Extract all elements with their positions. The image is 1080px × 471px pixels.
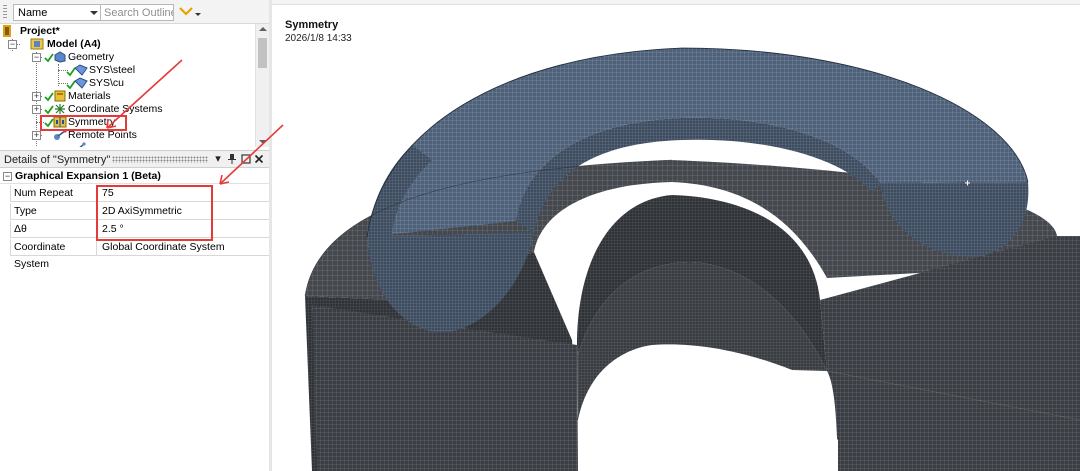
property-name: Num Repeat: [10, 185, 97, 202]
expand-toggle[interactable]: +: [32, 105, 41, 114]
body-icon: [74, 64, 88, 76]
remote-point-icon: [79, 142, 86, 147]
scroll-thumb[interactable]: [258, 38, 267, 68]
close-icon[interactable]: [253, 153, 265, 165]
meshed-model-view[interactable]: [272, 0, 1080, 471]
outline-toolbar: Name: [0, 0, 269, 24]
expand-toggle[interactable]: +: [32, 92, 41, 101]
toolbar-grip[interactable]: [3, 5, 7, 19]
tree-item-label: Materials: [68, 90, 111, 102]
geometry-icon: [54, 51, 66, 63]
expand-toggle[interactable]: +: [32, 131, 41, 140]
dropdown-arrow-icon: [195, 13, 201, 16]
search-options-button[interactable]: [177, 4, 203, 21]
dropdown-arrow-icon[interactable]: ▾: [212, 153, 224, 165]
collapse-toggle[interactable]: −: [3, 172, 12, 181]
graphics-viewport[interactable]: Symmetry 2026/1/8 14:33: [272, 0, 1080, 471]
name-filter-value: Name: [18, 7, 48, 19]
search-outline-input[interactable]: [100, 4, 174, 21]
scroll-up-icon[interactable]: [259, 27, 267, 31]
property-name: Δθ: [10, 221, 97, 238]
coordinate-systems-icon: [55, 104, 65, 114]
tree-item-label: Project*: [20, 25, 60, 37]
maximize-icon[interactable]: [240, 153, 252, 165]
property-value-coordinate-system[interactable]: Global Coordinate System: [98, 239, 269, 256]
name-filter-select[interactable]: Name: [13, 4, 101, 21]
annotation-highlight-properties: [96, 185, 213, 241]
collapse-toggle[interactable]: −: [32, 53, 41, 62]
pin-icon[interactable]: [226, 153, 238, 165]
materials-icon: [54, 90, 66, 102]
outline-panel: Name Project* − Mod: [0, 0, 269, 471]
collapse-toggle[interactable]: −: [8, 40, 17, 49]
header-grip[interactable]: [112, 156, 208, 163]
property-name: Coordinate System: [10, 239, 97, 270]
details-title: Details of "Symmetry": [4, 154, 111, 166]
tree-item-label: SYS\cu: [89, 77, 125, 89]
details-group-row[interactable]: − Graphical Expansion 1 (Beta): [0, 169, 269, 184]
project-icon: [3, 25, 11, 37]
dropdown-arrow-icon: [90, 11, 98, 15]
tree-scrollbar[interactable]: [255, 24, 269, 147]
chevron-down-icon: [179, 7, 193, 16]
scroll-down-icon[interactable]: [259, 140, 267, 144]
model-icon: [30, 38, 44, 50]
base-hole-floor: [578, 391, 838, 471]
property-row-coordinate-system[interactable]: Coordinate System Global Coordinate Syst…: [10, 239, 269, 270]
details-group-label: Graphical Expansion 1 (Beta): [15, 170, 161, 182]
details-panel-header: Details of "Symmetry" ▾: [0, 150, 269, 168]
tree-item-label: Model (A4): [47, 38, 101, 50]
annotation-highlight-symmetry: [40, 115, 127, 131]
tree-item-label: SYS\steel: [89, 64, 136, 76]
tree-item-label: Geometry: [68, 51, 115, 63]
property-name: Type: [10, 203, 97, 220]
body-icon: [74, 77, 88, 89]
